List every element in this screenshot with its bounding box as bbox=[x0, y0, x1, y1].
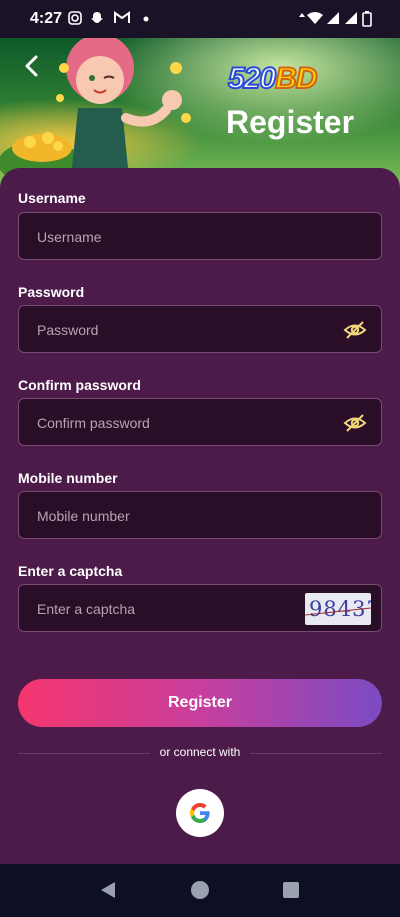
connect-with-text: or connect with bbox=[159, 745, 241, 759]
status-time: 4:27 bbox=[30, 10, 63, 27]
google-icon bbox=[190, 803, 210, 823]
captcha-field[interactable]: 98437 bbox=[18, 584, 382, 633]
confirm-password-label: Confirm password bbox=[18, 377, 141, 393]
page-title: Register bbox=[226, 104, 355, 140]
back-arrow-icon[interactable] bbox=[20, 54, 44, 78]
signal-icon-1 bbox=[327, 12, 339, 24]
battery-icon bbox=[362, 11, 372, 27]
data-arrows-icon bbox=[299, 13, 305, 17]
dot-icon bbox=[143, 16, 149, 22]
password-label: Password bbox=[18, 284, 85, 300]
username-field[interactable] bbox=[18, 212, 382, 261]
gmail-icon bbox=[114, 11, 130, 23]
mobile-number-input[interactable] bbox=[35, 492, 319, 540]
username-label: Username bbox=[18, 190, 86, 206]
snapchat-icon bbox=[91, 12, 103, 23]
confirm-password-field[interactable] bbox=[18, 398, 382, 447]
captcha-label: Enter a captcha bbox=[18, 563, 123, 579]
eye-slash-icon[interactable] bbox=[343, 411, 367, 435]
register-button[interactable]: Register bbox=[18, 679, 382, 727]
nav-recents-icon[interactable] bbox=[282, 881, 300, 899]
mobile-number-label: Mobile number bbox=[18, 470, 118, 486]
wifi-icon bbox=[307, 12, 323, 24]
google-login-button[interactable] bbox=[176, 789, 224, 837]
nav-home-icon[interactable] bbox=[190, 880, 210, 900]
captcha-image[interactable]: 98437 bbox=[305, 593, 371, 625]
username-input[interactable] bbox=[35, 213, 319, 261]
password-field[interactable] bbox=[18, 305, 382, 354]
signal-icon-2 bbox=[345, 12, 357, 24]
instagram-icon bbox=[68, 11, 82, 25]
eye-slash-icon[interactable] bbox=[343, 318, 367, 342]
confirm-password-input[interactable] bbox=[35, 399, 319, 447]
mobile-number-field[interactable] bbox=[18, 491, 382, 540]
captcha-input[interactable] bbox=[35, 585, 319, 633]
password-input[interactable] bbox=[35, 306, 319, 354]
nav-back-icon[interactable] bbox=[98, 880, 118, 900]
brand-logo: 520BD bbox=[227, 61, 318, 96]
status-bar: 4:27 bbox=[0, 0, 400, 38]
system-navigation-bar bbox=[0, 864, 400, 917]
